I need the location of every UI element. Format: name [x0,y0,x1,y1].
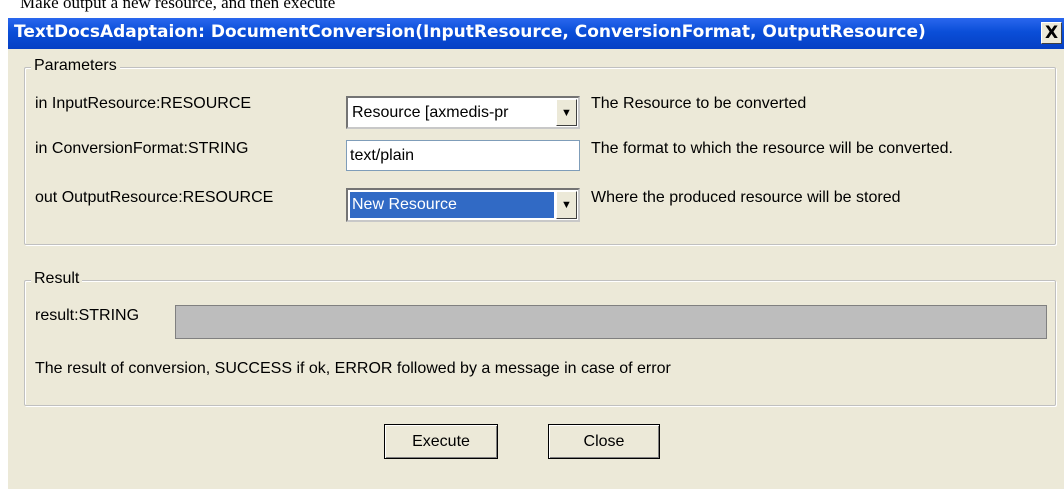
execute-button[interactable]: Execute [384,424,498,459]
result-description: The result of conversion, SUCCESS if ok,… [35,360,671,377]
result-label: result:STRING [35,307,140,324]
parameters-legend: Parameters [31,57,120,75]
window-title: TextDocsAdaptaion: DocumentConversion(In… [14,22,926,42]
close-icon: X [1044,23,1059,43]
input-resource-label: in InputResource:RESOURCE [35,95,252,112]
result-output-field [175,305,1047,339]
output-resource-combo[interactable]: New Resource ▼ [346,188,580,222]
title-bar[interactable]: TextDocsAdaptaion: DocumentConversion(In… [8,18,1064,49]
chevron-down-icon[interactable]: ▼ [556,191,577,219]
conversion-format-input[interactable]: text/plain [346,140,580,171]
close-window-button[interactable]: X [1041,22,1062,44]
close-button[interactable]: Close [548,424,660,459]
caption-text: Make output a new resource, and then exe… [20,0,336,12]
conversion-format-description: The format to which the resource will be… [591,140,953,157]
input-resource-value: Resource [axmedis-pr [352,103,509,121]
output-resource-label: out OutputResource:RESOURCE [35,189,274,206]
output-resource-value: New Resource [350,192,554,218]
dialog-window: TextDocsAdaptaion: DocumentConversion(In… [8,18,1064,489]
output-resource-description: Where the produced resource will be stor… [591,189,901,206]
input-resource-description: The Resource to be converted [591,95,807,112]
input-resource-combo[interactable]: Resource [axmedis-pr ▼ [346,96,580,129]
result-legend: Result [31,270,83,288]
parameters-group: Parameters in InputResource:RESOURCE Res… [24,57,1056,245]
result-group: Result result:STRING The result of conve… [24,270,1056,406]
conversion-format-label: in ConversionFormat:STRING [35,140,249,157]
chevron-down-icon[interactable]: ▼ [556,99,577,126]
